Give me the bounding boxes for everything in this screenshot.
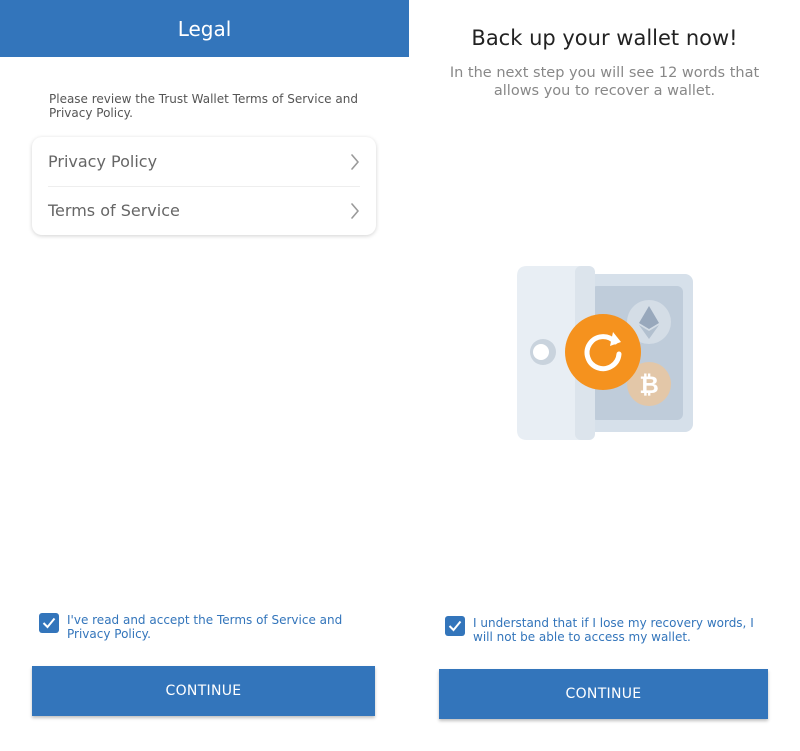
accept-terms-checkbox[interactable] (39, 613, 59, 633)
accept-terms-row: I've read and accept the Terms of Servic… (39, 613, 379, 641)
backup-screen: Back up your wallet now! In the next ste… (409, 0, 800, 751)
legal-screen: Legal Please review the Trust Wallet Ter… (0, 0, 409, 751)
checkmark-icon (448, 620, 462, 632)
continue-button[interactable]: CONTINUE (439, 669, 768, 719)
continue-label: CONTINUE (565, 686, 642, 702)
continue-label: CONTINUE (165, 683, 242, 699)
chevron-right-icon (351, 203, 359, 219)
acknowledge-label[interactable]: I understand that if I lose my recovery … (473, 616, 775, 644)
legal-intro-text: Please review the Trust Wallet Terms of … (49, 92, 358, 120)
chevron-right-icon (351, 154, 359, 170)
privacy-policy-link[interactable]: Privacy Policy (32, 137, 376, 186)
accept-terms-label[interactable]: I've read and accept the Terms of Servic… (67, 613, 379, 641)
terms-of-service-label: Terms of Service (48, 201, 180, 220)
acknowledge-checkbox[interactable] (445, 616, 465, 636)
svg-text:₿: ₿ (639, 371, 659, 399)
backup-title: Back up your wallet now! (471, 26, 738, 50)
refresh-icon (565, 314, 641, 390)
checkmark-icon (42, 617, 56, 629)
backup-subtitle: In the next step you will see 12 words t… (449, 65, 760, 99)
page-title: Legal (177, 16, 232, 41)
privacy-policy-label: Privacy Policy (48, 152, 158, 171)
safe-illustration: ₿ (517, 266, 693, 440)
terms-of-service-link[interactable]: Terms of Service (32, 186, 376, 235)
legal-links-card: Privacy Policy Terms of Service (32, 137, 376, 235)
acknowledge-row: I understand that if I lose my recovery … (445, 616, 775, 644)
continue-button[interactable]: CONTINUE (32, 666, 375, 716)
app-bar: Legal (0, 0, 409, 57)
